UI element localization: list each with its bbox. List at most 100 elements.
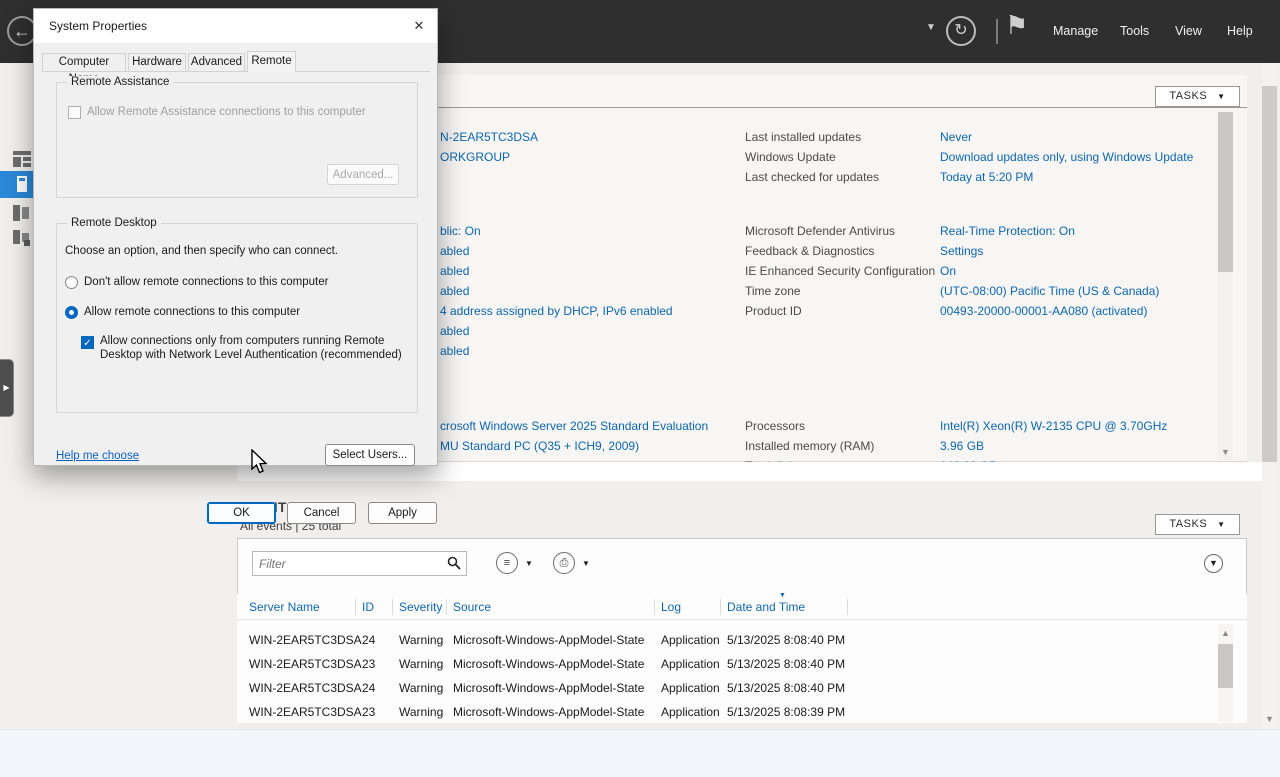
- tasks-label: TASKS: [1169, 518, 1208, 530]
- advanced-button: Advanced...: [327, 164, 399, 185]
- events-scrollbar-thumb[interactable]: [1218, 644, 1233, 688]
- properties-scroll-down-icon[interactable]: ▼: [1218, 444, 1233, 460]
- event-cell: WIN-2EAR5TC3DSA: [249, 657, 362, 671]
- events-tasks-button[interactable]: TASKS ▼: [1155, 514, 1240, 535]
- property-label: Feedback & Diagnostics: [745, 244, 875, 258]
- property-value-link[interactable]: Today at 5:20 PM: [940, 167, 1033, 187]
- menu-view[interactable]: View: [1175, 24, 1202, 38]
- chevron-down-icon[interactable]: ▼: [525, 559, 533, 568]
- ok-button[interactable]: OK: [207, 502, 276, 524]
- property-value-link[interactable]: Never: [940, 127, 972, 147]
- collapse-events-icon[interactable]: ▼: [1204, 554, 1223, 573]
- property-value-link[interactable]: N-2EAR5TC3DSA: [440, 127, 538, 147]
- all-servers-icon[interactable]: [13, 205, 31, 221]
- property-label: Processors: [745, 419, 806, 433]
- column-header-severity[interactable]: Severity: [399, 594, 442, 620]
- close-icon[interactable]: ✕: [409, 16, 429, 36]
- property-value-link[interactable]: On: [940, 261, 956, 281]
- column-header-date-and-time[interactable]: Date and Time: [727, 594, 805, 620]
- help-me-choose-link[interactable]: Help me choose: [56, 450, 139, 462]
- save-query-icon[interactable]: ⎙: [553, 552, 575, 574]
- search-icon[interactable]: [447, 556, 461, 570]
- allow-remote-radio[interactable]: [65, 306, 78, 319]
- filter-input[interactable]: [259, 555, 439, 572]
- events-scroll-up-icon[interactable]: ▲: [1218, 626, 1233, 640]
- select-users-button[interactable]: Select Users...: [325, 444, 415, 466]
- event-cell: Microsoft-Windows-AppModel-State: [453, 657, 645, 671]
- property-value-link[interactable]: Download updates only, using Windows Upd…: [940, 147, 1193, 167]
- property-value-link[interactable]: 00493-20000-00001-AA080 (activated): [940, 301, 1147, 321]
- remote-tab-page: Remote Assistance Allow Remote Assistanc…: [42, 71, 437, 524]
- event-cell: 5/13/2025 8:08:40 PM: [727, 633, 846, 647]
- tab-computer-name[interactable]: Computer Name: [42, 53, 126, 85]
- event-cell: Warning: [399, 681, 444, 695]
- group-legend: Remote Desktop: [67, 217, 161, 229]
- column-separator: [720, 599, 721, 615]
- property-value-link[interactable]: abled: [440, 321, 469, 341]
- taskbar: Search 5:29 PM 5/13/2025: [0, 729, 1280, 777]
- page-scroll-down-icon[interactable]: ▼: [1262, 710, 1277, 728]
- column-header-id[interactable]: ID: [362, 594, 374, 620]
- column-separator: [654, 599, 655, 615]
- chevron-down-icon[interactable]: ▼: [582, 559, 590, 568]
- event-cell: Warning: [399, 705, 444, 719]
- events-filter: [252, 551, 467, 576]
- column-separator: [392, 599, 393, 615]
- property-value-link[interactable]: 4 address assigned by DHCP, IPv6 enabled: [440, 301, 673, 321]
- tab-hardware[interactable]: Hardware: [128, 53, 186, 71]
- property-value-link[interactable]: abled: [440, 261, 469, 281]
- property-value-link[interactable]: Intel(R) Xeon(R) W-2135 CPU @ 3.70GHz: [940, 416, 1167, 436]
- remote-assistance-checkbox: [68, 106, 81, 119]
- event-cell: 23: [362, 705, 376, 719]
- property-value-link[interactable]: MU Standard PC (Q35 + ICH9, 2009): [440, 436, 639, 456]
- dont-allow-radio[interactable]: [65, 276, 78, 289]
- apply-button[interactable]: Apply: [368, 502, 437, 524]
- notifications-flag-icon[interactable]: ⚑: [1005, 10, 1028, 41]
- event-row[interactable]: WIN-2EAR5TC3DSA 23 Warning Microsoft-Window…: [237, 700, 1217, 724]
- menu-help[interactable]: Help: [1227, 24, 1253, 38]
- property-value-link[interactable]: Settings: [940, 241, 983, 261]
- tab-advanced[interactable]: Advanced: [188, 53, 245, 71]
- dialog-titlebar[interactable]: System Properties ✕: [34, 9, 437, 43]
- toolbar-divider: [996, 19, 998, 44]
- tab-remote[interactable]: Remote: [247, 51, 296, 72]
- cancel-button[interactable]: Cancel: [287, 502, 356, 524]
- property-value-link[interactable]: crosoft Windows Server 2025 Standard Eva…: [440, 416, 708, 436]
- property-value-link[interactable]: blic: On: [440, 221, 481, 241]
- dont-allow-radio-label[interactable]: Don't allow remote connections to this c…: [84, 276, 328, 288]
- allow-remote-radio-label[interactable]: Allow remote connections to this compute…: [84, 306, 300, 318]
- remote-assistance-group: Remote Assistance Allow Remote Assistanc…: [56, 76, 418, 198]
- events-query-icon[interactable]: ≡: [496, 552, 518, 574]
- event-cell: 23: [362, 657, 376, 671]
- property-label: Installed memory (RAM): [745, 439, 875, 453]
- events-table-header: Server Name ID Severity Source Log Date and T…: [237, 592, 1247, 620]
- property-value-link[interactable]: abled: [440, 241, 469, 261]
- column-header-source[interactable]: Source: [453, 594, 491, 620]
- property-value-link[interactable]: ORKGROUP: [440, 147, 510, 167]
- event-row[interactable]: WIN-2EAR5TC3DSA 24 Warning Microsoft-Window…: [237, 628, 1217, 652]
- menu-tools[interactable]: Tools: [1120, 24, 1149, 38]
- properties-scrollbar-thumb[interactable]: [1218, 112, 1233, 272]
- event-cell: Application: [661, 705, 720, 719]
- chevron-down-icon[interactable]: ▼: [926, 22, 936, 33]
- property-value-link[interactable]: 3.96 GB: [940, 436, 984, 456]
- event-cell: 24: [362, 681, 376, 695]
- property-value-link[interactable]: abled: [440, 341, 469, 361]
- column-header-log[interactable]: Log: [661, 594, 681, 620]
- sort-descending-icon: ▼: [779, 592, 786, 599]
- flyout-handle[interactable]: ▶: [0, 359, 14, 417]
- nla-checkbox-label-line2[interactable]: Desktop with Network Level Authenticatio…: [100, 349, 402, 361]
- nla-checkbox[interactable]: ✓: [81, 336, 94, 349]
- page-scrollbar-thumb[interactable]: [1262, 86, 1277, 462]
- property-value-link[interactable]: Real-Time Protection: On: [940, 221, 1075, 241]
- refresh-icon[interactable]: ↻: [946, 16, 976, 46]
- column-header-server-name[interactable]: Server Name: [249, 594, 320, 620]
- nla-checkbox-label-line1[interactable]: Allow connections only from computers ru…: [100, 335, 384, 347]
- event-row[interactable]: WIN-2EAR5TC3DSA 24 Warning Microsoft-Window…: [237, 676, 1217, 700]
- property-value-link[interactable]: (UTC-08:00) Pacific Time (US & Canada): [940, 281, 1159, 301]
- properties-tasks-button[interactable]: TASKS ▼: [1155, 86, 1240, 107]
- property-value-link[interactable]: abled: [440, 281, 469, 301]
- chevron-down-icon: ▼: [1217, 92, 1226, 101]
- menu-manage[interactable]: Manage: [1053, 24, 1098, 38]
- event-row[interactable]: WIN-2EAR5TC3DSA 23 Warning Microsoft-Window…: [237, 652, 1217, 676]
